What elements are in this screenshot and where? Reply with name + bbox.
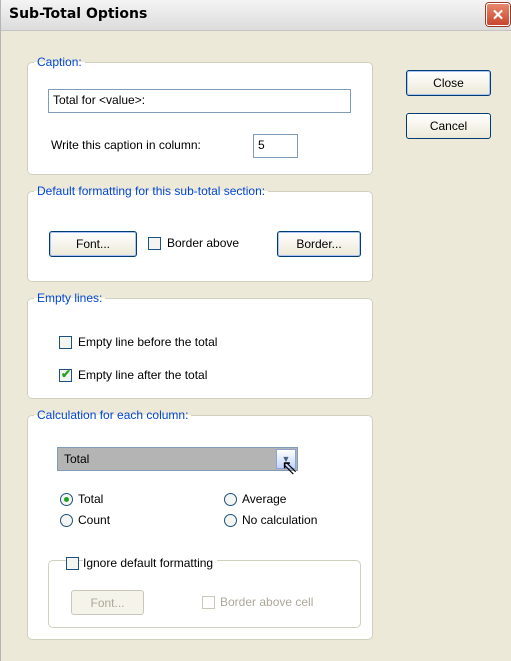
radio-count-label: Count <box>78 513 111 527</box>
border-above-label: Border above <box>167 236 240 250</box>
ignore-formatting-checkbox[interactable] <box>66 557 79 570</box>
default-formatting-legend: Default formatting for this sub-total se… <box>37 184 266 198</box>
empty-line-after-label: Empty line after the total <box>78 368 208 382</box>
radio-total-label: Total <box>78 492 104 506</box>
title-bar[interactable]: Sub-Total Options ✕ <box>1 0 511 31</box>
mouse-cursor-icon: ⇖ <box>281 457 298 479</box>
radio-average-label: Average <box>242 492 287 506</box>
empty-line-before-checkbox[interactable] <box>59 336 72 349</box>
cancel-button[interactable]: Cancel <box>406 113 491 139</box>
checkmark-icon: ✔ <box>61 367 72 381</box>
caption-legend: Caption: <box>37 55 82 69</box>
caption-group: Caption: <box>27 55 373 175</box>
radio-no-calculation-label: No calculation <box>242 513 318 527</box>
caption-input[interactable]: Total for <value>: <box>48 89 351 113</box>
caption-column-input[interactable]: 5 <box>253 134 298 158</box>
dialog-window: Sub-Total Options ✕ Close Cancel Caption… <box>0 0 511 661</box>
column-select[interactable]: Total ▼ <box>57 447 298 471</box>
font-button[interactable]: Font... <box>49 231 137 257</box>
inner-font-button[interactable]: Font... <box>71 590 144 615</box>
radio-selected-dot <box>64 497 69 502</box>
border-above-checkbox[interactable] <box>148 237 161 250</box>
radio-no-calculation[interactable] <box>224 514 237 527</box>
close-icon[interactable]: ✕ <box>486 3 510 26</box>
caption-column-label: Write this caption in column: <box>51 138 201 152</box>
close-button[interactable]: Close <box>406 70 491 96</box>
calculation-legend: Calculation for each column: <box>37 408 189 422</box>
empty-line-after-checkbox[interactable]: ✔ <box>59 367 72 382</box>
border-above-cell-label: Border above cell <box>220 595 314 609</box>
column-select-value: Total <box>64 452 90 466</box>
border-above-cell-checkbox[interactable] <box>202 596 215 609</box>
radio-average[interactable] <box>224 493 237 506</box>
radio-count[interactable] <box>60 514 73 527</box>
ignore-formatting-label: Ignore default formatting <box>83 556 218 570</box>
border-button[interactable]: Border... <box>277 231 361 257</box>
window-title: Sub-Total Options <box>9 6 148 22</box>
radio-total[interactable] <box>60 493 73 506</box>
empty-lines-legend: Empty lines: <box>37 291 103 305</box>
empty-line-before-label: Empty line before the total <box>78 335 218 349</box>
